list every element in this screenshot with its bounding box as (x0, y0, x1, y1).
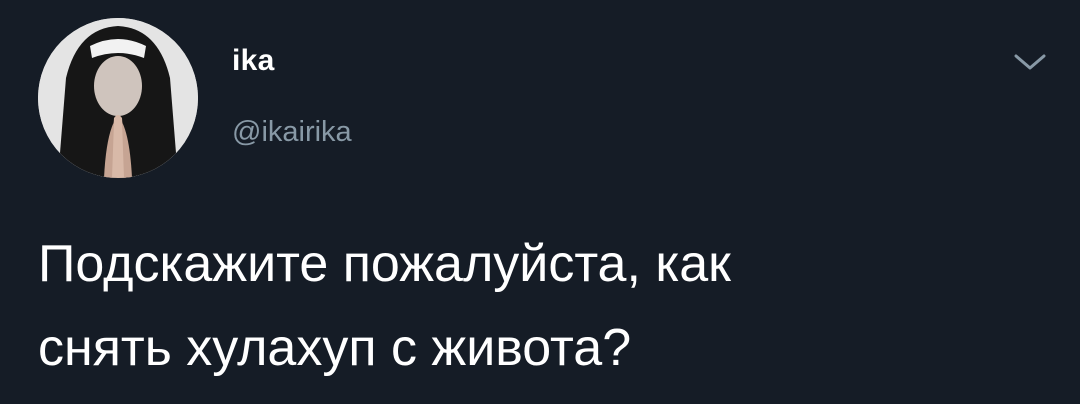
display-name[interactable]: ika (232, 44, 275, 78)
avatar[interactable] (38, 18, 198, 178)
tweet-card: ika @ikairika Подскажите пожалуйста, как… (0, 0, 1080, 404)
tweet-text-line: снять хулахуп с живота? (38, 319, 632, 377)
avatar-photo (38, 18, 198, 178)
user-handle[interactable]: @ikairika (232, 116, 352, 149)
tweet-text: Подскажите пожалуйста, как снять хулахуп… (38, 222, 1048, 390)
tweet-text-line: Подскажите пожалуйста, как (38, 235, 731, 293)
chevron-down-icon[interactable] (1010, 48, 1050, 76)
